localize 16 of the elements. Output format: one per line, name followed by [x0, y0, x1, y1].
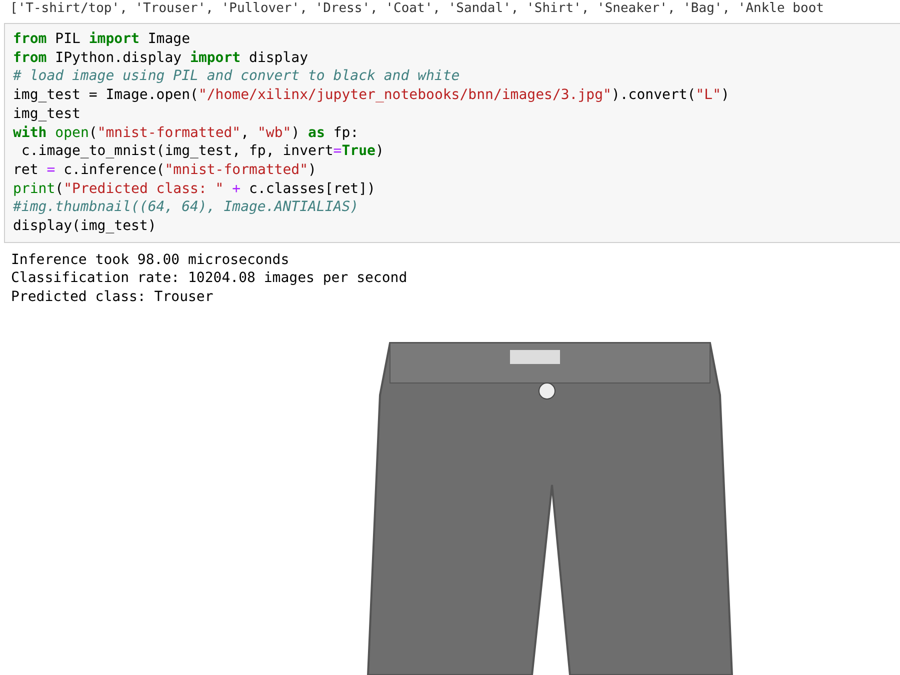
code-line: display(img_test) — [13, 217, 158, 236]
output-text: Classification rate: 10204.08 images per second — [11, 269, 408, 288]
code-line: from IPython.display import display — [13, 48, 310, 68]
code-line: img_test — [13, 104, 82, 124]
output-text: Inference took 98.00 microseconds — [11, 250, 290, 270]
code-line: print("Predicted class: " + c.classes[ret]) — [13, 180, 376, 198]
code-line: #img.thumbnail((64, 64), Image.ANTIALIAS) — [13, 198, 360, 218]
code-line: with open("mnist-formatted", "wb") as fp: — [13, 124, 360, 142]
output-text: Predicted class: Trouser — [11, 288, 214, 307]
code-line: # load image using PIL and convert to black and white — [13, 67, 461, 86]
code-line: from PIL import Image — [13, 30, 192, 49]
code-line: ret = c.inference("mnist-formatted") — [13, 160, 318, 180]
output-text: ['T-shirt/top', 'Trouser', 'Pullover', 'Dress', 'Coat', 'Sandal', 'Shirt', 'Sneaker', 'Bag', 'Ankle boot — [9, 0, 825, 17]
code-line: c.image_to_mnist(img_test, fp, invert=True) — [20, 142, 385, 161]
code-line: img_test = Image.open("/home/xilinx/jupyter_notebooks/bnn/images/3.jpg").convert("L") — [13, 86, 730, 105]
code-cell[interactable] — [4, 23, 900, 243]
